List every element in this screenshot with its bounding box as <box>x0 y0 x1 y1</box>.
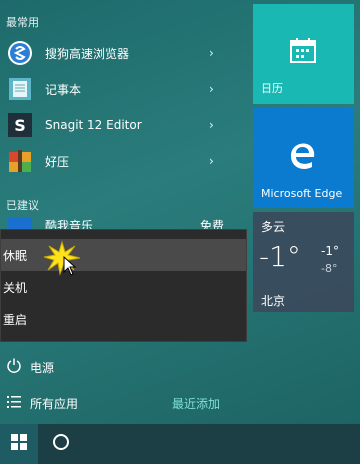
notepad-icon <box>6 75 34 103</box>
weather-temperature: -1° <box>259 240 301 273</box>
svg-text:S: S <box>14 116 26 135</box>
start-button[interactable] <box>0 424 38 464</box>
power-options-menu: 休眠 关机 重启 <box>0 229 247 342</box>
app-label: 好压 <box>45 154 70 169</box>
edge-tile-label: Microsoft Edge <box>261 187 343 200</box>
app-label: 记事本 <box>45 82 82 97</box>
all-apps-button[interactable]: 所有应用 最近添加 <box>0 387 248 417</box>
calendar-icon <box>289 36 317 68</box>
weather-tile[interactable]: 多云 -1° -1° -8° 北京 <box>253 212 354 312</box>
app-item-notepad[interactable]: 记事本 › <box>0 72 236 106</box>
calendar-tile-label: 日历 <box>261 82 283 95</box>
edge-tile[interactable]: Microsoft Edge <box>253 108 354 208</box>
all-apps-label: 所有应用 <box>30 397 79 411</box>
most-used-heading: 最常用 <box>6 16 39 29</box>
list-icon <box>6 394 22 414</box>
menu-item-shutdown[interactable]: 关机 <box>1 271 246 303</box>
chevron-right-icon[interactable]: › <box>209 46 214 60</box>
app-item-snagit[interactable]: S Snagit 12 Editor › <box>0 108 236 142</box>
power-button[interactable]: 电源 <box>0 351 248 381</box>
power-icon <box>6 357 22 377</box>
menu-item-restart[interactable]: 重启 <box>1 303 246 335</box>
menu-item-sleep[interactable]: 休眠 <box>1 239 246 271</box>
cortana-circle-icon <box>52 433 70 455</box>
weather-low: -8° <box>321 262 338 275</box>
windows-logo-icon <box>11 434 27 454</box>
app-item-sogou-browser[interactable]: 搜狗高速浏览器 › <box>0 36 236 70</box>
chevron-right-icon[interactable]: › <box>209 118 214 132</box>
app-item-haozip[interactable]: 好压 › <box>0 144 236 178</box>
cortana-button[interactable] <box>42 424 80 464</box>
power-label: 电源 <box>30 361 55 375</box>
app-label: Snagit 12 Editor <box>45 118 142 132</box>
suggested-heading: 已建议 <box>6 199 39 212</box>
weather-high: -1° <box>321 244 339 258</box>
haozip-icon <box>6 147 34 175</box>
edge-icon <box>285 138 319 176</box>
weather-city: 北京 <box>261 294 286 308</box>
start-menu-left-panel: 最常用 搜狗高速浏览器 › 记事本 › S Snagit 12 Editor ›… <box>0 0 248 424</box>
calendar-tile[interactable]: 日历 <box>253 4 354 104</box>
recently-added-label: 最近添加 <box>172 397 221 411</box>
taskbar <box>0 424 360 464</box>
weather-condition: 多云 <box>261 220 286 234</box>
chevron-right-icon[interactable]: › <box>209 82 214 96</box>
chevron-right-icon[interactable]: › <box>209 154 214 168</box>
app-label: 搜狗高速浏览器 <box>45 46 130 61</box>
mouse-cursor-icon <box>63 255 77 280</box>
sogou-browser-icon <box>6 39 34 67</box>
snagit-icon: S <box>6 111 34 139</box>
